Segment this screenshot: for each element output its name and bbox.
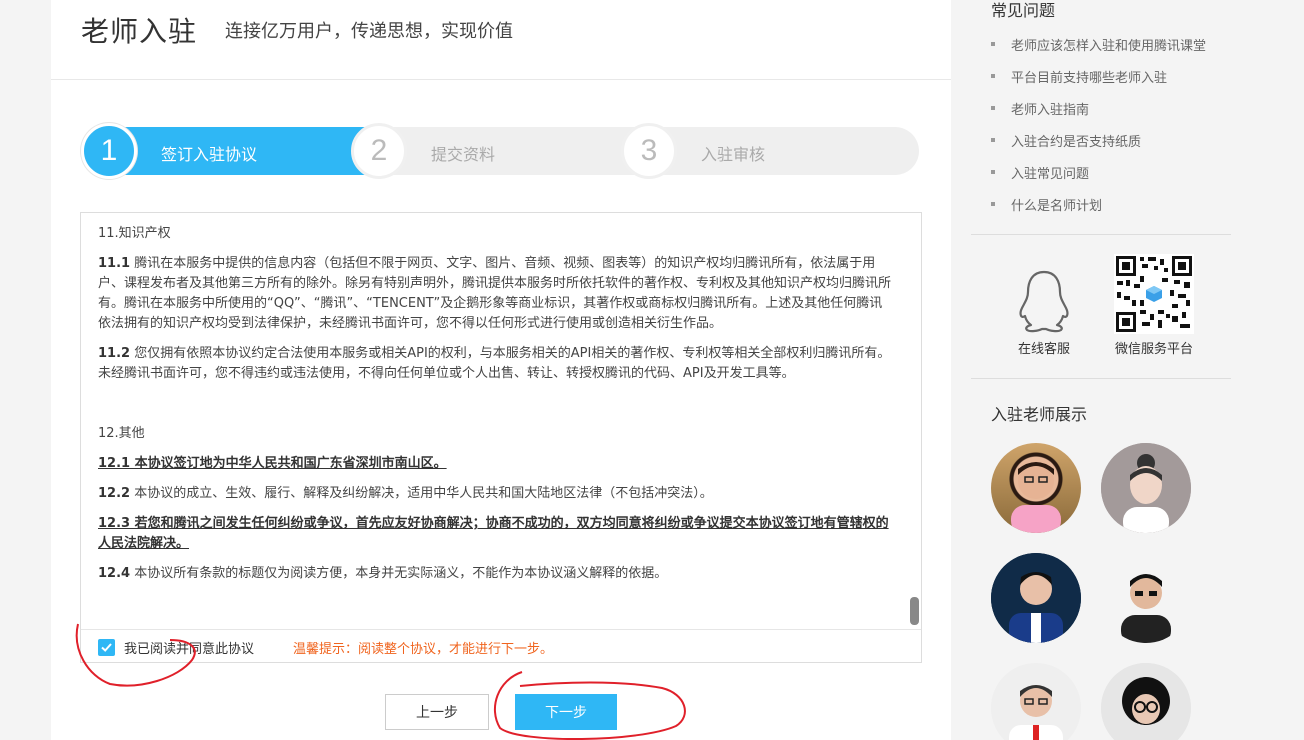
wechat-service[interactable]: 微信服务平台 <box>1104 254 1204 357</box>
step-3-label: 入驻审核 <box>701 145 766 164</box>
faq-item[interactable]: 老师入驻指南 <box>991 92 1206 124</box>
clause-11-1: 11.1 腾讯在本服务中提供的信息内容（包括但不限于网页、文字、图片、音频、视频… <box>98 254 893 334</box>
online-service[interactable]: 在线客服 <box>994 254 1094 357</box>
main-panel: 老师入驻 连接亿万用户，传递思想，实现价值 1 签订入驻协议 2 提交资料 3 … <box>51 0 951 740</box>
agreement-box: 11.知识产权 11.1 腾讯在本服务中提供的信息内容（包括但不限于网页、文字、… <box>80 212 922 663</box>
faq-item[interactable]: 老师应该怎样入驻和使用腾讯课堂 <box>991 28 1206 60</box>
clause-11-2: 11.2 您仅拥有依照本协议约定合法使用本服务或相关API的权利，与本服务相关的… <box>98 344 893 384</box>
faq-title: 常见问题 <box>991 1 1056 20</box>
avatar[interactable] <box>991 443 1081 533</box>
step-3-number: 3 <box>621 123 677 179</box>
faq-list: 老师应该怎样入驻和使用腾讯课堂 平台目前支持哪些老师入驻 老师入驻指南 入驻合约… <box>991 28 1206 220</box>
avatar[interactable] <box>1101 553 1191 643</box>
agreement-scrollbar[interactable] <box>910 597 919 625</box>
avatar[interactable] <box>1101 443 1191 533</box>
agree-row: 我已阅读并同意此协议 温馨提示：阅读整个协议，才能进行下一步。 <box>81 629 921 662</box>
online-service-label: 在线客服 <box>1017 342 1070 357</box>
section-12-title: 12.其他 <box>98 426 145 441</box>
agree-tip: 温馨提示：阅读整个协议，才能进行下一步。 <box>293 642 554 657</box>
faq-item[interactable]: 什么是名师计划 <box>991 188 1206 220</box>
sidebar: 常见问题 老师应该怎样入驻和使用腾讯课堂 平台目前支持哪些老师入驻 老师入驻指南… <box>971 0 1231 740</box>
clause-12-4-number: 12.4 <box>98 566 131 581</box>
step-1-number: 1 <box>81 123 137 179</box>
check-icon <box>101 643 112 652</box>
clause-12-3: 12.3 若您和腾讯之间发生任何纠纷或争议，首先应友好协商解决；协商不成功的，双… <box>98 516 889 551</box>
qr-code-icon <box>1114 254 1194 334</box>
step-2-number: 2 <box>351 123 407 179</box>
clause-11-1-text: 腾讯在本服务中提供的信息内容（包括但不限于网页、文字、图片、音频、视频、图表等）… <box>98 256 892 331</box>
step-1-label: 签订入驻协议 <box>161 145 258 164</box>
section-11-title: 11.知识产权 <box>98 226 171 241</box>
faq-item[interactable]: 平台目前支持哪些老师入驻 <box>991 60 1206 92</box>
agree-checkbox[interactable] <box>98 639 115 656</box>
page-header: 老师入驻 连接亿万用户，传递思想，实现价值 <box>51 0 951 80</box>
next-step-button[interactable]: 下一步 <box>515 694 617 730</box>
prev-step-button[interactable]: 上一步 <box>385 694 489 730</box>
avatar[interactable] <box>1101 663 1191 740</box>
sidebar-divider <box>971 234 1231 235</box>
avatar[interactable] <box>991 663 1081 740</box>
qq-penguin-icon <box>1019 270 1069 333</box>
clause-11-1-number: 11.1 <box>98 256 131 271</box>
step-progress: 1 签订入驻协议 2 提交资料 3 入驻审核 <box>81 123 919 179</box>
page-subtitle: 连接亿万用户，传递思想，实现价值 <box>225 21 513 42</box>
clause-12-2-number: 12.2 <box>98 486 131 501</box>
agree-label[interactable]: 我已阅读并同意此协议 <box>124 638 254 657</box>
avatar[interactable] <box>991 553 1081 643</box>
clause-11-2-text: 您仅拥有依照本协议约定合法使用本服务或相关API的权利，与本服务相关的API相关… <box>98 346 891 381</box>
clause-12-2: 12.2 本协议的成立、生效、履行、解释及纠纷解决，适用中华人民共和国大陆地区法… <box>98 484 893 504</box>
clause-12-1: 12.1 本协议签订地为中华人民共和国广东省深圳市南山区。 <box>98 456 447 471</box>
clause-12-4: 12.4 本协议所有条款的标题仅为阅读方便，本身并无实际涵义，不能作为本协议涵义… <box>98 564 893 584</box>
clause-11-2-number: 11.2 <box>98 346 131 361</box>
clause-12-2-text: 本协议的成立、生效、履行、解释及纠纷解决，适用中华人民共和国大陆地区法律（不包括… <box>134 486 713 501</box>
wechat-service-label: 微信服务平台 <box>1114 342 1193 357</box>
step-2-label: 提交资料 <box>431 145 496 164</box>
page-title: 老师入驻 <box>81 15 198 48</box>
faq-item[interactable]: 入驻常见问题 <box>991 156 1206 188</box>
sidebar-divider <box>971 378 1231 379</box>
teachers-title: 入驻老师展示 <box>991 405 1088 424</box>
faq-item[interactable]: 入驻合约是否支持纸质 <box>991 124 1206 156</box>
agreement-text[interactable]: 11.知识产权 11.1 腾讯在本服务中提供的信息内容（包括但不限于网页、文字、… <box>81 213 921 629</box>
clause-12-4-text: 本协议所有条款的标题仅为阅读方便，本身并无实际涵义，不能作为本协议涵义解释的依据… <box>134 566 668 581</box>
